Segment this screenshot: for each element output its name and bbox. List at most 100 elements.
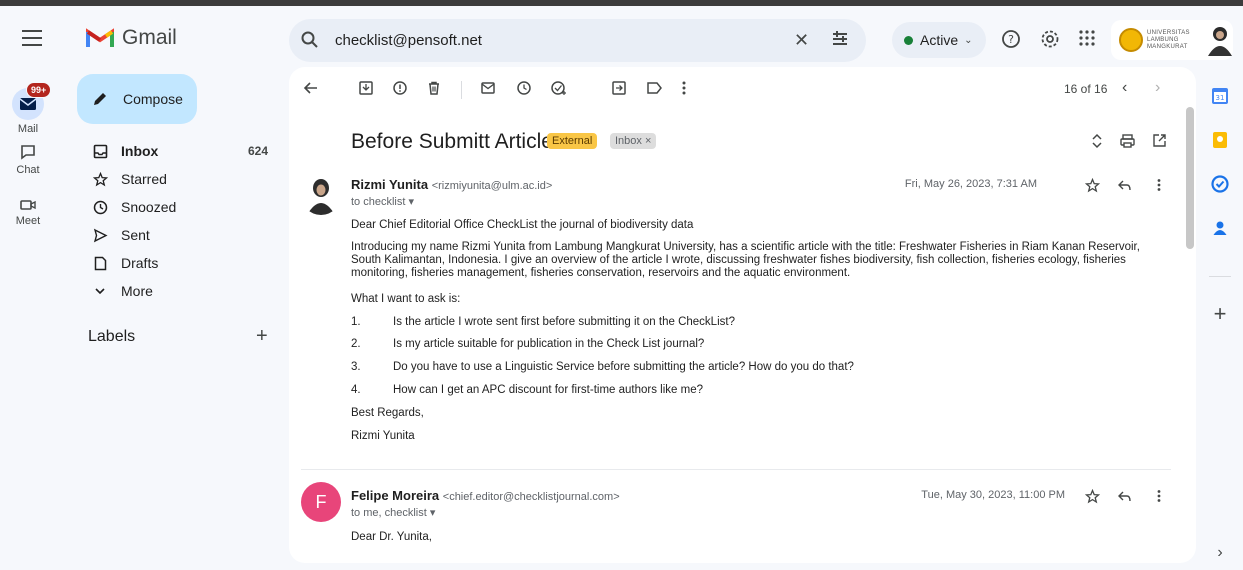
sender-line: Felipe Moreira <chief.editor@checklistjo… — [351, 488, 620, 503]
show-side-panel-chevron-icon[interactable]: › — [1208, 541, 1232, 565]
email-subject: Before Submitt Article — [351, 130, 553, 153]
search-options-icon[interactable] — [831, 30, 849, 48]
list-item-text: Is the article I wrote sent first before… — [393, 316, 735, 328]
message-closing: Best Regards, — [351, 407, 424, 419]
nav-label: Starred — [121, 171, 167, 187]
status-button[interactable]: Active ⌄ — [892, 22, 986, 58]
settings-gear-icon[interactable] — [1040, 29, 1060, 49]
main-menu-button[interactable] — [22, 30, 42, 46]
recipients-dropdown[interactable]: to me, checklist ▾ — [351, 506, 435, 519]
recipients-dropdown[interactable]: to checklist ▾ — [351, 195, 414, 208]
nav-inbox[interactable]: Inbox 624 — [80, 137, 270, 165]
rail-mail[interactable]: 99+ Mail — [0, 82, 56, 135]
reply-icon[interactable] — [1117, 490, 1132, 503]
nav-sent[interactable]: Sent — [80, 221, 270, 249]
reply-icon[interactable] — [1117, 179, 1132, 192]
keep-notes-icon[interactable] — [1208, 128, 1232, 152]
add-label-icon[interactable]: + — [256, 325, 268, 348]
profile-avatar[interactable] — [1205, 24, 1235, 56]
nav-starred[interactable]: Starred — [80, 165, 270, 193]
help-icon[interactable]: ? — [1001, 29, 1021, 49]
question-lead: What I want to ask is: — [351, 293, 461, 305]
labels-heading: Labels — [88, 328, 136, 345]
contacts-icon[interactable] — [1208, 216, 1232, 240]
message-greeting: Dear Dr. Yunita, — [351, 531, 432, 543]
label-tag-icon[interactable] — [646, 80, 663, 96]
status-label: Active — [920, 32, 959, 48]
caret-down-icon: ▾ — [408, 196, 415, 208]
sender-avatar[interactable] — [301, 175, 341, 215]
sender-line: Rizmi Yunita <rizmiyunita@ulm.ac.id> — [351, 177, 552, 192]
rail-mail-label: Mail — [17, 123, 39, 135]
nav-snoozed[interactable]: Snoozed — [80, 193, 270, 221]
message-greeting: Dear Chief Editorial Office CheckList th… — [351, 219, 694, 231]
tasks-icon[interactable] — [1208, 172, 1232, 196]
search-input[interactable] — [335, 29, 755, 51]
open-new-window-icon[interactable] — [1152, 133, 1167, 148]
snooze-clock-icon[interactable] — [516, 80, 532, 96]
report-spam-icon[interactable] — [392, 80, 408, 96]
star-icon[interactable] — [1085, 489, 1100, 504]
back-arrow-icon[interactable] — [303, 80, 319, 96]
caret-down-icon: ▾ — [429, 507, 436, 519]
message-intro: Introducing my name Rizmi Yunita from La… — [351, 241, 1140, 279]
svg-text:31: 31 — [1216, 94, 1225, 102]
sender-email: <rizmiyunita@ulm.ac.id> — [431, 180, 553, 192]
list-item-number: 2. — [351, 338, 361, 350]
list-item-text: Is my article suitable for publication i… — [393, 338, 705, 350]
nav-label: More — [121, 283, 153, 299]
older-chevron-icon[interactable]: › — [1155, 79, 1160, 97]
clear-search-icon[interactable]: ✕ — [794, 30, 809, 51]
calendar-icon[interactable]: 31 — [1208, 84, 1232, 108]
archive-icon[interactable] — [358, 80, 374, 96]
expand-all-icon[interactable] — [1091, 133, 1103, 149]
clock-icon — [93, 200, 107, 214]
more-options-icon[interactable] — [681, 80, 687, 96]
search-icon[interactable] — [301, 31, 319, 49]
message-view: 16 of 16 ‹ › Before Submitt Article Exte… — [289, 67, 1196, 563]
nav-more[interactable]: More — [80, 277, 270, 305]
sender-avatar[interactable]: F — [301, 482, 341, 522]
apps-grid-icon[interactable] — [1078, 29, 1096, 47]
chat-icon — [21, 145, 35, 160]
rail-meet-label: Meet — [15, 215, 41, 227]
avatar-letter: F — [315, 491, 327, 512]
message-divider — [301, 469, 1171, 470]
compose-label: Compose — [123, 91, 183, 107]
inbox-icon — [93, 144, 107, 158]
nav-drafts[interactable]: Drafts — [80, 249, 270, 277]
rail-chat[interactable]: Chat — [0, 143, 56, 176]
toolbar-divider — [461, 81, 462, 99]
account-switcher[interactable]: UNIVERSITAS LAMBUNG MANGKURAT — [1111, 20, 1233, 60]
mail-icon: 99+ — [12, 82, 52, 120]
star-icon[interactable] — [1085, 178, 1100, 193]
star-icon — [92, 171, 108, 186]
add-addon-icon[interactable]: + — [1208, 301, 1232, 326]
move-to-icon[interactable] — [611, 80, 627, 96]
compose-button[interactable]: Compose — [77, 74, 197, 124]
newer-chevron-icon[interactable]: ‹ — [1122, 79, 1127, 97]
nav-label: Snoozed — [121, 199, 177, 215]
account-org: UNIVERSITAS LAMBUNG MANGKURAT — [1147, 29, 1190, 50]
scrollbar-thumb[interactable] — [1186, 107, 1194, 249]
list-item-number: 4. — [351, 384, 361, 396]
recipients-text: to me, checklist — [351, 507, 427, 519]
delete-trash-icon[interactable] — [426, 80, 442, 96]
nav-label: Inbox — [121, 143, 159, 159]
unread-badge: 99+ — [26, 82, 52, 98]
print-icon[interactable] — [1119, 133, 1136, 149]
search-bar[interactable]: ✕ — [289, 19, 866, 62]
gmail-logo[interactable]: Gmail — [86, 26, 177, 50]
message-more-icon[interactable] — [1156, 489, 1162, 503]
gmail-m-icon — [86, 28, 114, 47]
rail-meet[interactable]: Meet — [0, 198, 56, 227]
nav-label: Sent — [121, 227, 150, 243]
send-icon — [93, 228, 108, 242]
sender-email: <chief.editor@checklistjournal.com> — [442, 491, 620, 503]
inbox-label-chip[interactable]: Inbox × — [610, 133, 657, 149]
pagination-count: 16 of 16 — [1064, 82, 1108, 96]
add-to-tasks-icon[interactable] — [550, 80, 567, 96]
message-more-icon[interactable] — [1156, 178, 1162, 192]
app-name: Gmail — [122, 26, 177, 49]
mark-unread-icon[interactable] — [480, 80, 496, 96]
